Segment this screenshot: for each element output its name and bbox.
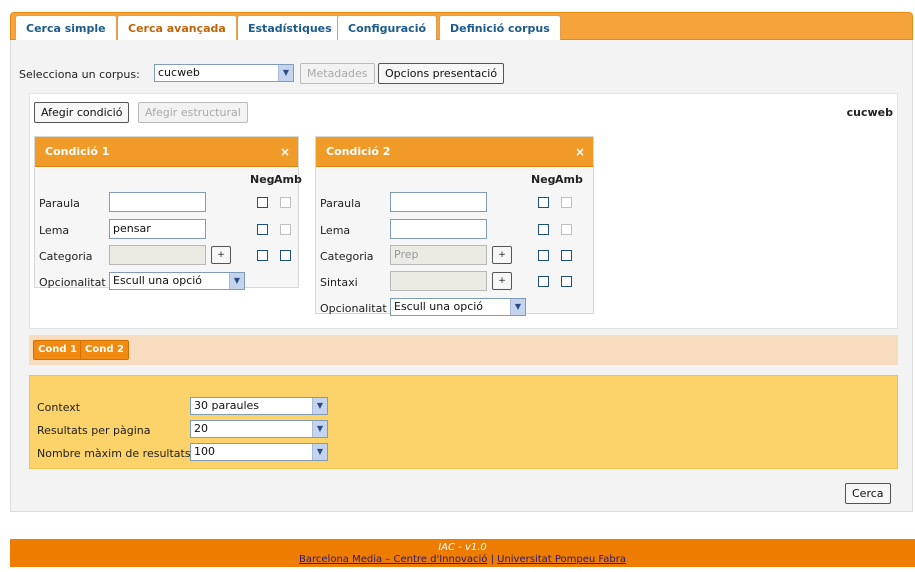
lemma-neg-checkbox[interactable]: [257, 224, 268, 235]
tab-corpus-definition[interactable]: Definició corpus: [439, 15, 561, 41]
lemma-amb-checkbox[interactable]: [561, 224, 572, 235]
condition-2-title: Condició 2: [326, 145, 391, 158]
optionality-label: Opcionalitat: [320, 302, 387, 315]
tab-bar: Cerca simple Cerca avançada Estadístique…: [10, 12, 913, 41]
optionality-select[interactable]: Escull una opció ▼: [109, 272, 245, 290]
metadata-button[interactable]: Metadades: [300, 63, 375, 84]
word-amb-checkbox[interactable]: [561, 197, 572, 208]
word-amb-checkbox[interactable]: [280, 197, 291, 208]
lemma-neg-checkbox[interactable]: [538, 224, 549, 235]
selected-corpus-name: cucweb: [846, 106, 893, 119]
chevron-down-icon: ▼: [312, 444, 327, 460]
word-neg-checkbox[interactable]: [257, 197, 268, 208]
context-select[interactable]: 30 paraules ▼: [190, 397, 328, 415]
tab-advanced-search[interactable]: Cerca avançada: [117, 15, 237, 41]
word-label: Paraula: [320, 197, 361, 210]
context-select-value: 30 paraules: [194, 399, 260, 412]
condition-chips-bar: Cond 1 Cond 2: [29, 335, 898, 365]
optionality-select-value: Escull una opció: [394, 300, 484, 313]
results-per-page-value: 20: [194, 422, 208, 435]
version-text: IAC - v1.0: [438, 542, 487, 553]
category-neg-checkbox[interactable]: [257, 250, 268, 261]
condition-2-chip[interactable]: Cond 2: [80, 340, 129, 360]
chevron-down-icon: ▼: [510, 299, 525, 315]
condition-1-chip[interactable]: Cond 1: [33, 340, 82, 360]
corpus-select[interactable]: cucweb ▼: [154, 64, 294, 82]
add-structural-button[interactable]: Afegir estructural: [138, 102, 248, 123]
neg-column-label: Neg: [531, 173, 556, 186]
context-label: Context: [37, 401, 81, 414]
category-input[interactable]: Prep: [390, 245, 487, 265]
syntax-label: Sintaxi: [320, 276, 358, 289]
max-results-label: Nombre màxim de resultats: [37, 447, 191, 460]
optionality-select-value: Escull una opció: [113, 274, 203, 287]
optionality-label: Opcionalitat: [39, 276, 106, 289]
category-amb-checkbox[interactable]: [561, 250, 572, 261]
corpus-select-value: cucweb: [158, 66, 200, 79]
search-button[interactable]: Cerca: [845, 483, 891, 504]
upf-link[interactable]: Universitat Pompeu Fabra: [497, 554, 626, 565]
add-condition-button[interactable]: Afegir condició: [34, 102, 130, 123]
word-neg-checkbox[interactable]: [538, 197, 549, 208]
category-label: Categoria: [39, 250, 93, 263]
tab-simple-search[interactable]: Cerca simple: [15, 15, 117, 41]
lemma-label: Lema: [39, 224, 70, 237]
chevron-down-icon: ▼: [312, 421, 327, 437]
tab-configuration[interactable]: Configuració: [337, 15, 438, 41]
display-options-button[interactable]: Opcions presentació: [378, 63, 505, 84]
lemma-input[interactable]: pensar: [109, 219, 206, 239]
add-syntax-button[interactable]: +: [492, 272, 512, 290]
tab-statistics[interactable]: Estadístiques: [237, 15, 343, 41]
optionality-select[interactable]: Escull una opció ▼: [390, 298, 526, 316]
max-results-value: 100: [194, 445, 215, 458]
condition-2-panel: Condició 2 × Neg Amb Paraula Lema Catego…: [315, 136, 594, 316]
word-label: Paraula: [39, 197, 80, 210]
close-icon[interactable]: ×: [280, 137, 290, 167]
conditions-area: Afegir condició Afegir estructural cucwe…: [29, 93, 898, 329]
syntax-amb-checkbox[interactable]: [561, 276, 572, 287]
word-input[interactable]: [109, 192, 206, 212]
chevron-down-icon: ▼: [278, 65, 293, 81]
category-label: Categoria: [320, 250, 374, 263]
word-input[interactable]: [390, 192, 487, 212]
lemma-amb-checkbox[interactable]: [280, 224, 291, 235]
lemma-label: Lema: [320, 224, 351, 237]
advanced-search-panel: Selecciona un corpus: cucweb ▼ Metadades…: [10, 40, 913, 512]
category-amb-checkbox[interactable]: [280, 250, 291, 261]
neg-column-label: Neg: [250, 173, 275, 186]
close-icon[interactable]: ×: [575, 137, 585, 167]
corpus-select-label: Selecciona un corpus:: [19, 68, 140, 81]
results-per-page-label: Resultats per pàgina: [37, 424, 151, 437]
add-category-button[interactable]: +: [211, 246, 231, 264]
condition-1-title: Condició 1: [45, 145, 110, 158]
syntax-neg-checkbox[interactable]: [538, 276, 549, 287]
syntax-input[interactable]: [390, 271, 487, 291]
max-results-select[interactable]: 100 ▼: [190, 443, 328, 461]
result-settings-panel: Context 30 paraules ▼ Resultats per pàgi…: [29, 375, 898, 469]
condition-1-header: Condició 1 ×: [35, 137, 298, 167]
barcelona-media-link[interactable]: Barcelona Media – Centre d'Innovació: [299, 554, 487, 565]
condition-2-header: Condició 2 ×: [316, 137, 593, 167]
amb-column-label: Amb: [274, 173, 302, 186]
category-neg-checkbox[interactable]: [538, 250, 549, 261]
footer: IAC - v1.0 Barcelona Media – Centre d'In…: [10, 539, 915, 567]
add-category-button[interactable]: +: [492, 246, 512, 264]
category-input[interactable]: [109, 245, 206, 265]
chevron-down-icon: ▼: [312, 398, 327, 414]
footer-separator: |: [490, 554, 494, 565]
condition-1-panel: Condició 1 × Neg Amb Paraula Lema pensar…: [34, 136, 302, 290]
results-per-page-select[interactable]: 20 ▼: [190, 420, 328, 438]
lemma-input[interactable]: [390, 219, 487, 239]
amb-column-label: Amb: [555, 173, 583, 186]
chevron-down-icon: ▼: [229, 273, 244, 289]
